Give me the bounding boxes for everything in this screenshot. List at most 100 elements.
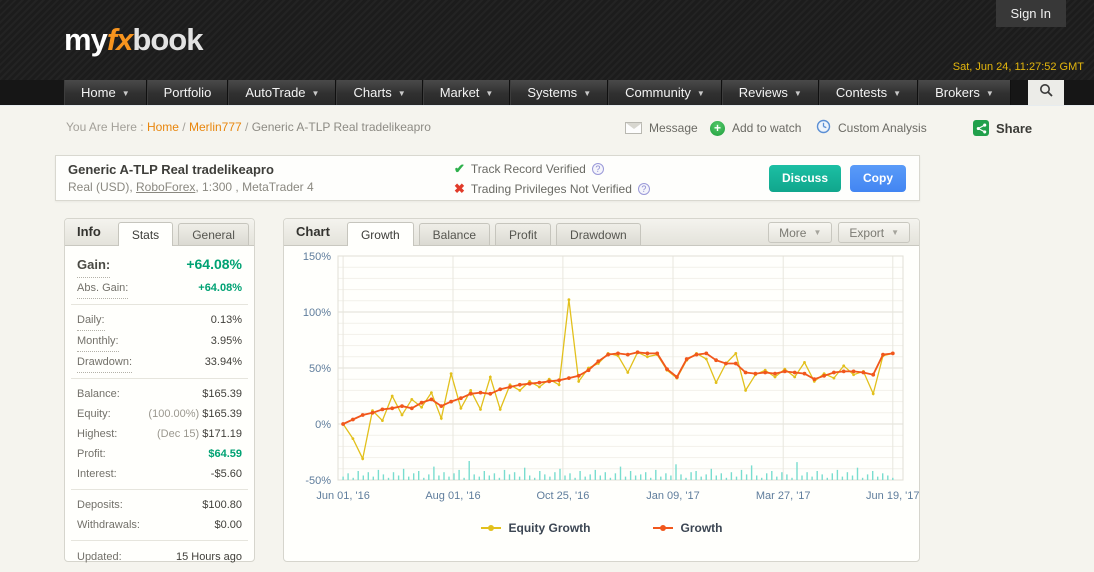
info-tabs: Stats General [113, 222, 249, 246]
svg-text:Jun 01, '16: Jun 01, '16 [316, 490, 369, 502]
search-icon [1039, 83, 1054, 103]
nav-item-home[interactable]: Home ▼ [64, 80, 147, 105]
chart-header-buttons: More ▼ Export ▼ [768, 222, 910, 243]
breadcrumb-separator: / [178, 120, 189, 134]
chevron-down-icon: ▼ [891, 228, 899, 237]
nav-item-reviews[interactable]: Reviews ▼ [721, 80, 819, 105]
stat-value: 3.95% [210, 335, 242, 347]
stat-value: (Dec 15) $171.19 [156, 428, 242, 440]
breadcrumb-link-home[interactable]: Home [147, 120, 179, 134]
stat-value: $64.59 [208, 448, 242, 460]
chart-panel-header: Chart Growth Balance Profit Drawdown More ▼… [284, 219, 919, 246]
sign-in-button[interactable]: Sign In [995, 0, 1066, 27]
stat-row-balance: Balance: $165.39 [77, 384, 242, 404]
site-header: myfxbook Sign In Sat, Jun 24, 11:27:52 G… [0, 0, 1094, 80]
legend-marker-icon [480, 525, 501, 531]
stat-label: Deposits: [77, 499, 123, 511]
stat-row-abs-gain: Abs. Gain: +64.08% [77, 278, 242, 299]
myfxbook-logo[interactable]: myfxbook [64, 22, 203, 58]
privileges-row: ✖ Trading Privileges Not Verified ? [454, 179, 650, 199]
chevron-down-icon: ▼ [485, 89, 494, 98]
chart-panel: Chart Growth Balance Profit Drawdown More ▼… [283, 218, 920, 562]
message-button[interactable]: Message [625, 116, 698, 140]
tab-stats[interactable]: Stats [117, 222, 174, 246]
chart-tab-balance[interactable]: Balance [418, 223, 491, 245]
discuss-button[interactable]: Discuss [768, 165, 841, 192]
plus-icon: + [710, 120, 725, 136]
export-label: Export [849, 225, 885, 240]
chart-tab-profit[interactable]: Profit [495, 223, 552, 245]
stat-label: Monthly: [77, 331, 119, 352]
verification-block: ✔ Track Record Verified ? ✖ Trading Priv… [454, 159, 650, 199]
chevron-down-icon: ▼ [121, 89, 130, 98]
privileges-label: Trading Privileges Not Verified [470, 182, 632, 196]
help-icon[interactable]: ? [637, 183, 650, 195]
svg-text:Jan 09, '17: Jan 09, '17 [646, 490, 699, 502]
system-buttons: Discuss Copy [768, 165, 906, 192]
gmt-datetime: Sat, Jun 24, 11:27:52 GMT [952, 61, 1084, 73]
divider [71, 378, 248, 379]
stat-value: +64.08% [198, 282, 242, 294]
stat-label: Balance: [77, 388, 120, 400]
stat-row-profit: Profit: $64.59 [77, 444, 242, 464]
chevron-down-icon: ▼ [583, 89, 592, 98]
breadcrumb-row: You Are Here : Home / Merlin777 / Generi… [0, 112, 1094, 144]
custom-analysis-button[interactable]: Custom Analysis [816, 116, 927, 140]
chart-tab-growth[interactable]: Growth [346, 222, 414, 246]
broker-link[interactable]: RoboForex [136, 180, 195, 194]
nav-item-systems[interactable]: Systems ▼ [510, 80, 609, 105]
divider [71, 540, 248, 541]
nav-items: Home ▼ Portfolio AutoTrade ▼ Charts ▼ Market ▼ Sy… [64, 80, 1011, 105]
help-icon[interactable]: ? [591, 163, 604, 175]
chart-tabs: Growth Balance Profit Drawdown [342, 222, 641, 246]
message-label: Message [649, 121, 698, 135]
system-subtitle: Real (USD), RoboForex, 1:300 , MetaTrade… [68, 180, 314, 194]
stats-list: Gain: +64.08% Abs. Gain: +64.08% Daily: 0.13%… [65, 246, 254, 572]
export-button[interactable]: Export ▼ [838, 222, 910, 243]
chart-tab-drawdown[interactable]: Drawdown [556, 223, 641, 245]
add-to-watch-label: Add to watch [732, 121, 802, 135]
track-record-label: Track Record Verified [470, 162, 586, 176]
nav-item-community[interactable]: Community ▼ [608, 80, 722, 105]
breadcrumb-current: Generic A-TLP Real tradelikeapro [251, 120, 431, 134]
stat-row-deposits: Deposits: $100.80 [77, 495, 242, 515]
stat-value: 0.13% [210, 314, 242, 326]
copy-button[interactable]: Copy [850, 165, 906, 192]
nav-item-brokers[interactable]: Brokers ▼ [918, 80, 1011, 105]
growth-chart-svg: 150% 100% 50% 0% -50% Jun 01, '16 Aug 01, '16 O… [303, 251, 920, 502]
share-label: Share [996, 120, 1033, 136]
legend-item-equity-growth[interactable]: Equity Growth [480, 521, 591, 535]
subtitle-pre: Real (USD), [68, 180, 137, 194]
chevron-down-icon: ▼ [813, 228, 822, 237]
tab-general[interactable]: General [178, 223, 249, 245]
stat-label: Gain: [77, 252, 111, 278]
svg-text:-50%: -50% [305, 475, 331, 487]
breadcrumb-link-user[interactable]: Merlin777 [189, 120, 242, 134]
track-record-row: ✔ Track Record Verified ? [454, 159, 650, 179]
chevron-down-icon: ▼ [893, 89, 902, 98]
nav-item-autotrade[interactable]: AutoTrade ▼ [228, 80, 337, 105]
nav-item-market[interactable]: Market ▼ [422, 80, 511, 105]
divider [71, 304, 248, 305]
more-label: More [779, 225, 807, 240]
nav-item-charts[interactable]: Charts ▼ [336, 80, 423, 105]
legend-marker-icon [652, 525, 673, 531]
stat-label: Daily: [77, 310, 105, 331]
share-button[interactable]: Share [973, 116, 1032, 140]
subtitle-post: , 1:300 , MetaTrader 4 [195, 180, 314, 194]
stat-row-equity: Equity: (100.00%) $165.39 [77, 404, 242, 424]
legend-item-growth[interactable]: Growth [652, 521, 723, 535]
chart-panel-title: Chart [296, 224, 330, 239]
stat-label: Drawdown: [77, 352, 133, 373]
stat-value: $165.39 [202, 388, 242, 400]
stat-label: Interest: [77, 468, 117, 480]
stat-value: 33.94% [204, 356, 242, 368]
nav-item-portfolio[interactable]: Portfolio [146, 80, 229, 105]
stat-row-monthly: Monthly: 3.95% [77, 331, 242, 352]
search-button[interactable] [1028, 80, 1064, 105]
add-to-watch-button[interactable]: + Add to watch [710, 116, 801, 140]
page: myfxbook Sign In Sat, Jun 24, 11:27:52 G… [0, 0, 1094, 572]
nav-item-contests[interactable]: Contests ▼ [818, 80, 919, 105]
more-button[interactable]: More ▼ [768, 222, 833, 243]
chevron-down-icon: ▼ [311, 89, 320, 98]
